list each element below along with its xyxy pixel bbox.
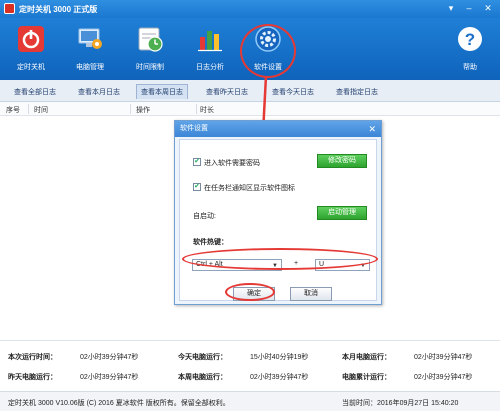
dialog-close-icon[interactable]: ✕ bbox=[368, 122, 376, 136]
settings-dialog: 软件设置 ✕ ✔ 进入软件需要密码 修改密码 ✔ 在任务栏通知区显示软件图标 自… bbox=[174, 120, 382, 305]
stat-value: 02小时39分钟47秒 bbox=[414, 354, 473, 361]
status-bar: 定时关机 3000 V10.06版 (C) 2016 夏冰软件 版权所有。保留全… bbox=[0, 391, 500, 411]
dialog-title-bar: 软件设置 bbox=[175, 121, 381, 137]
stat-value: 02小时39分钟47秒 bbox=[414, 374, 473, 381]
autostart-manage-button[interactable]: 启动管理 bbox=[317, 206, 367, 220]
copyright-text: 定时关机 3000 V10.06版 (C) 2016 夏冰软件 版权所有。保留全… bbox=[8, 400, 230, 407]
stats-divider bbox=[0, 340, 500, 341]
require-password-checkbox[interactable]: ✔ bbox=[193, 158, 201, 166]
tray-icon-checkbox[interactable]: ✔ bbox=[193, 183, 201, 191]
stat-value: 02小时39分钟47秒 bbox=[250, 374, 309, 381]
stat-value: 15小时40分钟19秒 bbox=[250, 354, 309, 361]
stat-value: 02小时39分钟47秒 bbox=[80, 374, 139, 381]
tray-icon-label: 在任务栏通知区显示软件图标 bbox=[204, 185, 295, 192]
stat-label: 本月电脑运行： bbox=[342, 354, 391, 361]
stat-label: 电脑累计运行： bbox=[342, 374, 391, 381]
hotkey-highlight-ring bbox=[182, 248, 378, 270]
change-password-button[interactable]: 修改密码 bbox=[317, 154, 367, 168]
dialog-title: 软件设置 bbox=[180, 125, 208, 132]
cancel-button[interactable]: 取消 bbox=[290, 287, 332, 301]
stat-label: 本次运行时间： bbox=[8, 354, 57, 361]
stat-label: 今天电脑运行： bbox=[178, 354, 227, 361]
require-password-label: 进入软件需要密码 bbox=[204, 160, 260, 167]
stat-label: 昨天电脑运行： bbox=[8, 374, 57, 381]
hotkey-label: 软件热键： bbox=[193, 239, 228, 246]
ok-highlight-ring bbox=[225, 283, 275, 301]
current-time: 当前时间：2016年09月27日 15:40:20 bbox=[342, 400, 459, 407]
autostart-label: 自启动: bbox=[193, 213, 216, 220]
stat-label: 本周电脑运行： bbox=[178, 374, 227, 381]
stat-value: 02小时39分钟47秒 bbox=[80, 354, 139, 361]
dialog-body: ✔ 进入软件需要密码 修改密码 ✔ 在任务栏通知区显示软件图标 自启动: 启动管… bbox=[179, 139, 377, 301]
